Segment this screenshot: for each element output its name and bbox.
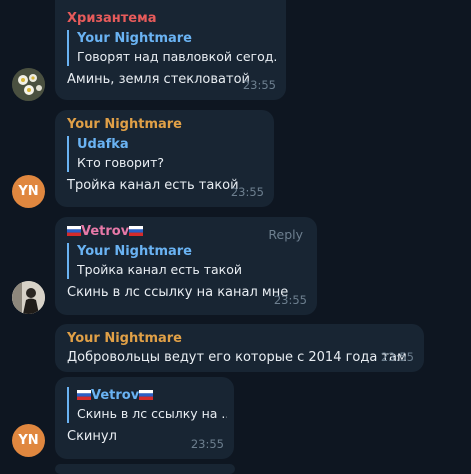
message-text: Скинь в лс ссылку на канал мне [67, 285, 289, 300]
reply-preview[interactable]: Your Nightmare Тройка канал есть такой [67, 243, 305, 279]
reply-text: Говорят над павловкой сегод... [77, 49, 277, 64]
message-time: 23:55 [190, 437, 224, 451]
reply-text: Тройка канал есть такой [77, 262, 242, 277]
russia-flag-icon [129, 226, 144, 236]
russia-flag-icon [139, 390, 154, 400]
message-time: 23:55 [242, 78, 276, 92]
reply-author: Udafka [77, 137, 129, 152]
avatar-flower[interactable] [12, 68, 45, 101]
reply-text: Скинь в лс ссылку на ... [77, 406, 227, 421]
sender-name[interactable]: Your Nightmare [67, 117, 262, 132]
russia-flag-icon [67, 226, 81, 236]
message-time: 23:55 [230, 185, 264, 199]
message-bubble[interactable]: Vetrov Reply Your Nightmare Тройка канал… [55, 217, 317, 315]
reply-button[interactable]: Reply [268, 227, 303, 242]
message-bubble[interactable]: Хризантема Your Nightmare Говорят над па… [55, 0, 286, 100]
reply-author: Your Nightmare [77, 31, 193, 46]
person-photo-icon [12, 281, 45, 314]
avatar-yn[interactable]: YN [12, 424, 45, 457]
message-text: Добровольцы ведут его которые с 2014 год… [67, 350, 407, 365]
avatar-photo[interactable] [12, 281, 45, 314]
avatar-yn[interactable]: YN [12, 175, 45, 208]
message-time: 23:55 [273, 293, 307, 307]
reply-preview[interactable]: Udafka Кто говорит? [67, 136, 262, 172]
reply-preview[interactable]: Vetrov Скинь в лс ссылку на ... [67, 387, 227, 423]
message-time: 23:55 [380, 350, 414, 364]
avatar-initials: YN [18, 433, 39, 448]
russia-flag-icon [77, 390, 91, 400]
reply-preview[interactable]: Your Nightmare Говорят над павловкой сег… [67, 30, 277, 66]
sender-name[interactable]: Your Nightmare [67, 331, 412, 346]
message-bubble[interactable]: Vetrov Скинь в лс ссылку на ... Скинул 2… [55, 377, 234, 459]
flower-icon [12, 68, 45, 101]
message-bubble[interactable]: Your Nightmare Добровольцы ведут его кот… [55, 324, 424, 372]
message-bubble-partial[interactable] [55, 464, 235, 474]
sender-name[interactable]: Хризантема [67, 11, 274, 26]
avatar-initials: YN [18, 184, 39, 199]
reply-author: Your Nightmare [77, 244, 193, 259]
message-bubble[interactable]: Your Nightmare Udafka Кто говорит? Тройк… [55, 110, 274, 207]
reply-author: Vetrov [77, 387, 222, 405]
reply-text: Кто говорит? [77, 155, 164, 170]
